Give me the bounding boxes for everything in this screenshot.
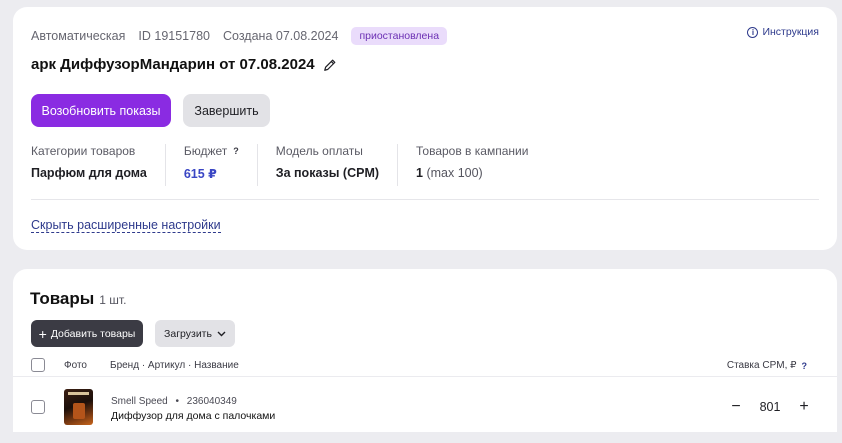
column-brand: Бренд · Артикул · Название	[110, 360, 239, 371]
select-all-checkbox[interactable]	[31, 358, 45, 372]
separator: •	[175, 396, 179, 407]
stat-budget: Бюджет ? 615 ₽	[184, 144, 258, 186]
goods-count-max: (max 100)	[426, 166, 483, 180]
campaign-meta: Автоматическая ID 19151780 Создана 07.08…	[31, 27, 448, 45]
column-rate: Ставка CPM, ₽ ?	[727, 360, 807, 371]
resume-button[interactable]: Возобновить показы	[31, 94, 171, 127]
row-checkbox[interactable]	[31, 400, 45, 414]
goods-title: Товары	[30, 289, 95, 308]
stat-label: Категории товаров	[31, 144, 136, 158]
stat-payment-model: Модель оплаты За показы (CPM)	[275, 144, 399, 186]
campaign-card: Автоматическая ID 19151780 Создана 07.08…	[13, 7, 837, 250]
hide-settings-link[interactable]: Скрыть расширенные настройки	[31, 218, 221, 233]
product-photo[interactable]	[64, 389, 93, 425]
instruction-link[interactable]: i Инструкция	[747, 26, 819, 38]
column-photo: Фото	[64, 360, 87, 371]
instruction-label: Инструкция	[762, 26, 819, 38]
stat-value: За показы (CPM)	[275, 166, 380, 180]
campaign-title: арк ДиффузорМандарин от 07.08.2024	[31, 56, 315, 73]
stat-goods-count: Товаров в кампании 1 (max 100)	[416, 144, 546, 186]
increment-button[interactable]: +	[797, 398, 811, 416]
stat-label: Товаров в кампании	[416, 144, 529, 158]
stat-value: 1 (max 100)	[416, 166, 528, 180]
campaign-title-row: арк ДиффузорМандарин от 07.08.2024	[31, 56, 337, 73]
budget-label: Бюджет	[183, 144, 228, 158]
stat-category: Категории товаров Парфюм для дома	[31, 144, 166, 186]
goods-header: Товары 1 шт.	[30, 289, 126, 309]
status-badge: приостановлена	[351, 27, 448, 45]
product-brand-article: Smell Speed • 236040349	[111, 396, 237, 407]
goods-card: Товары 1 шт. + Добавить товары Загрузить…	[13, 269, 837, 432]
finish-button[interactable]: Завершить	[183, 94, 270, 127]
product-name[interactable]: Диффузор для дома с палочками	[111, 410, 275, 422]
stat-label: Модель оплаты	[275, 144, 363, 158]
rate-stepper: − +	[729, 398, 811, 416]
decrement-button[interactable]: −	[729, 398, 743, 416]
goods-count: 1 шт.	[99, 293, 127, 307]
chevron-down-icon	[217, 331, 226, 336]
product-brand: Smell Speed	[111, 396, 168, 407]
campaign-type: Автоматическая	[31, 29, 126, 43]
table-row: Smell Speed • 236040349 Диффузор для дом…	[31, 387, 837, 427]
divider	[13, 376, 837, 377]
load-label: Загрузить	[164, 327, 212, 340]
rate-input[interactable]	[743, 400, 797, 414]
product-article: 236040349	[186, 396, 237, 407]
stat-value: Парфюм для дома	[31, 166, 147, 180]
stat-label: Бюджет ?	[184, 144, 239, 158]
plus-icon: +	[38, 325, 47, 342]
budget-value[interactable]: 615 ₽	[184, 166, 239, 181]
campaign-stats: Категории товаров Парфюм для дома Бюджет…	[31, 144, 564, 186]
pencil-icon[interactable]	[323, 58, 337, 72]
add-goods-label: Добавить товары	[50, 327, 136, 340]
divider	[31, 199, 819, 200]
table-header: Фото Бренд · Артикул · Название Ставка C…	[31, 357, 837, 377]
campaign-id: ID 19151780	[138, 29, 210, 43]
load-button[interactable]: Загрузить	[155, 320, 235, 347]
info-icon: i	[747, 26, 759, 38]
goods-count-value: 1	[416, 166, 423, 180]
campaign-created: Создана 07.08.2024	[223, 29, 339, 43]
column-rate-label: Ставка CPM, ₽	[726, 360, 797, 371]
add-goods-button[interactable]: + Добавить товары	[31, 320, 143, 347]
question-icon[interactable]: ?	[233, 146, 239, 156]
question-icon[interactable]: ?	[802, 361, 808, 371]
